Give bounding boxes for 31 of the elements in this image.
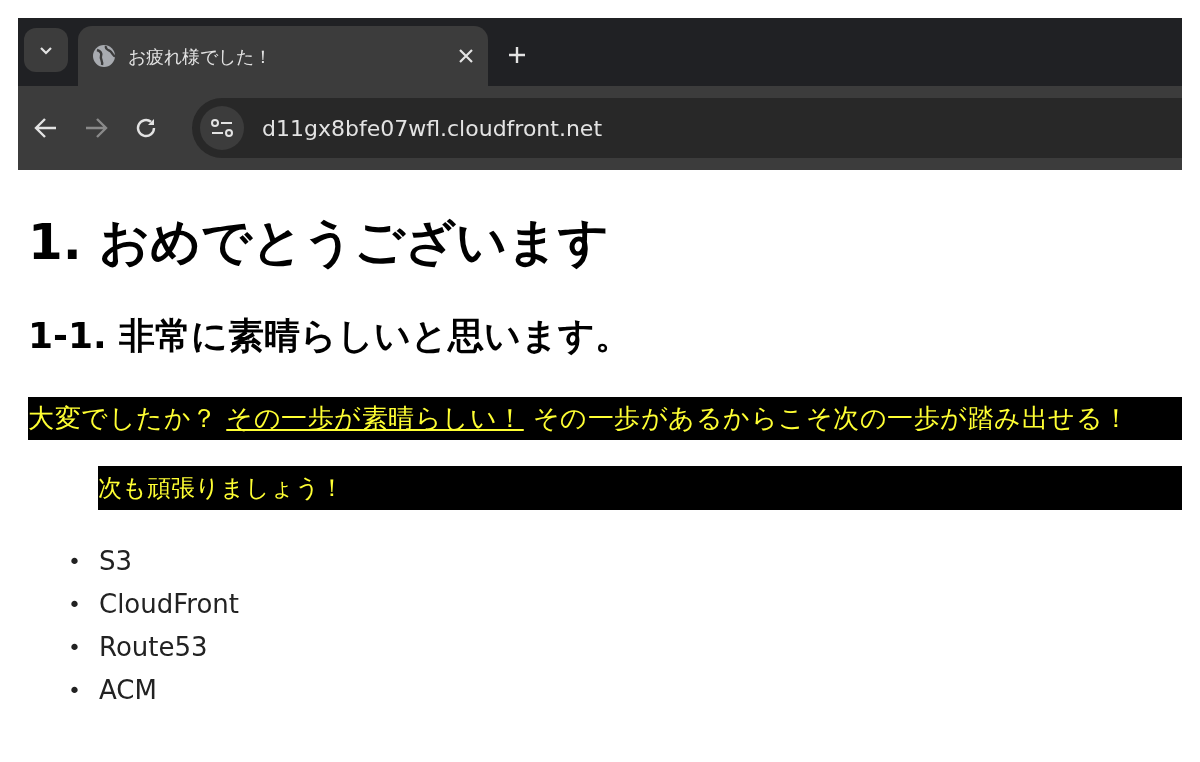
- browser-tab[interactable]: お疲れ様でした！: [78, 26, 488, 86]
- bullet-marker: •: [68, 548, 81, 577]
- list-item: S3: [99, 545, 133, 579]
- address-bar[interactable]: d11gx8bfe07wfl.cloudfront.net: [192, 98, 1182, 158]
- arrow-right-icon: [84, 117, 108, 139]
- forward-button[interactable]: [84, 117, 108, 139]
- url-text: d11gx8bfe07wfl.cloudfront.net: [262, 114, 603, 143]
- page-heading: 1. おめでとうございます: [28, 212, 611, 272]
- list-item: Route53: [99, 631, 208, 665]
- reload-icon: [134, 116, 158, 140]
- close-tab-button[interactable]: [458, 48, 474, 64]
- new-tab-button[interactable]: [508, 46, 526, 64]
- bullet-marker: •: [68, 591, 81, 620]
- reload-button[interactable]: [134, 116, 158, 140]
- text-link[interactable]: その一歩が素晴らしい！: [226, 403, 524, 434]
- tab-title: お疲れ様でした！: [128, 44, 273, 69]
- arrow-left-icon: [34, 117, 58, 139]
- globe-icon: [92, 44, 116, 68]
- back-button[interactable]: [34, 117, 58, 139]
- list-item: ACM: [99, 674, 157, 708]
- close-icon: [458, 48, 474, 64]
- bullet-marker: •: [68, 634, 81, 663]
- highlighted-paragraph: 大変でしたか？ その一歩が素晴らしい！ その一歩があるからこそ次の一歩が踏み出せる！: [28, 397, 1182, 441]
- list-item: CloudFront: [99, 588, 239, 622]
- chevron-down-icon: [39, 45, 53, 55]
- sliders-icon: [210, 118, 234, 138]
- bullet-marker: •: [68, 677, 81, 706]
- site-info-button[interactable]: [200, 106, 244, 150]
- plus-icon: [508, 46, 526, 64]
- page-subheading: 1-1. 非常に素晴らしいと思います。: [28, 314, 633, 358]
- highlighted-quote: 次も頑張りましょう！: [98, 466, 1182, 511]
